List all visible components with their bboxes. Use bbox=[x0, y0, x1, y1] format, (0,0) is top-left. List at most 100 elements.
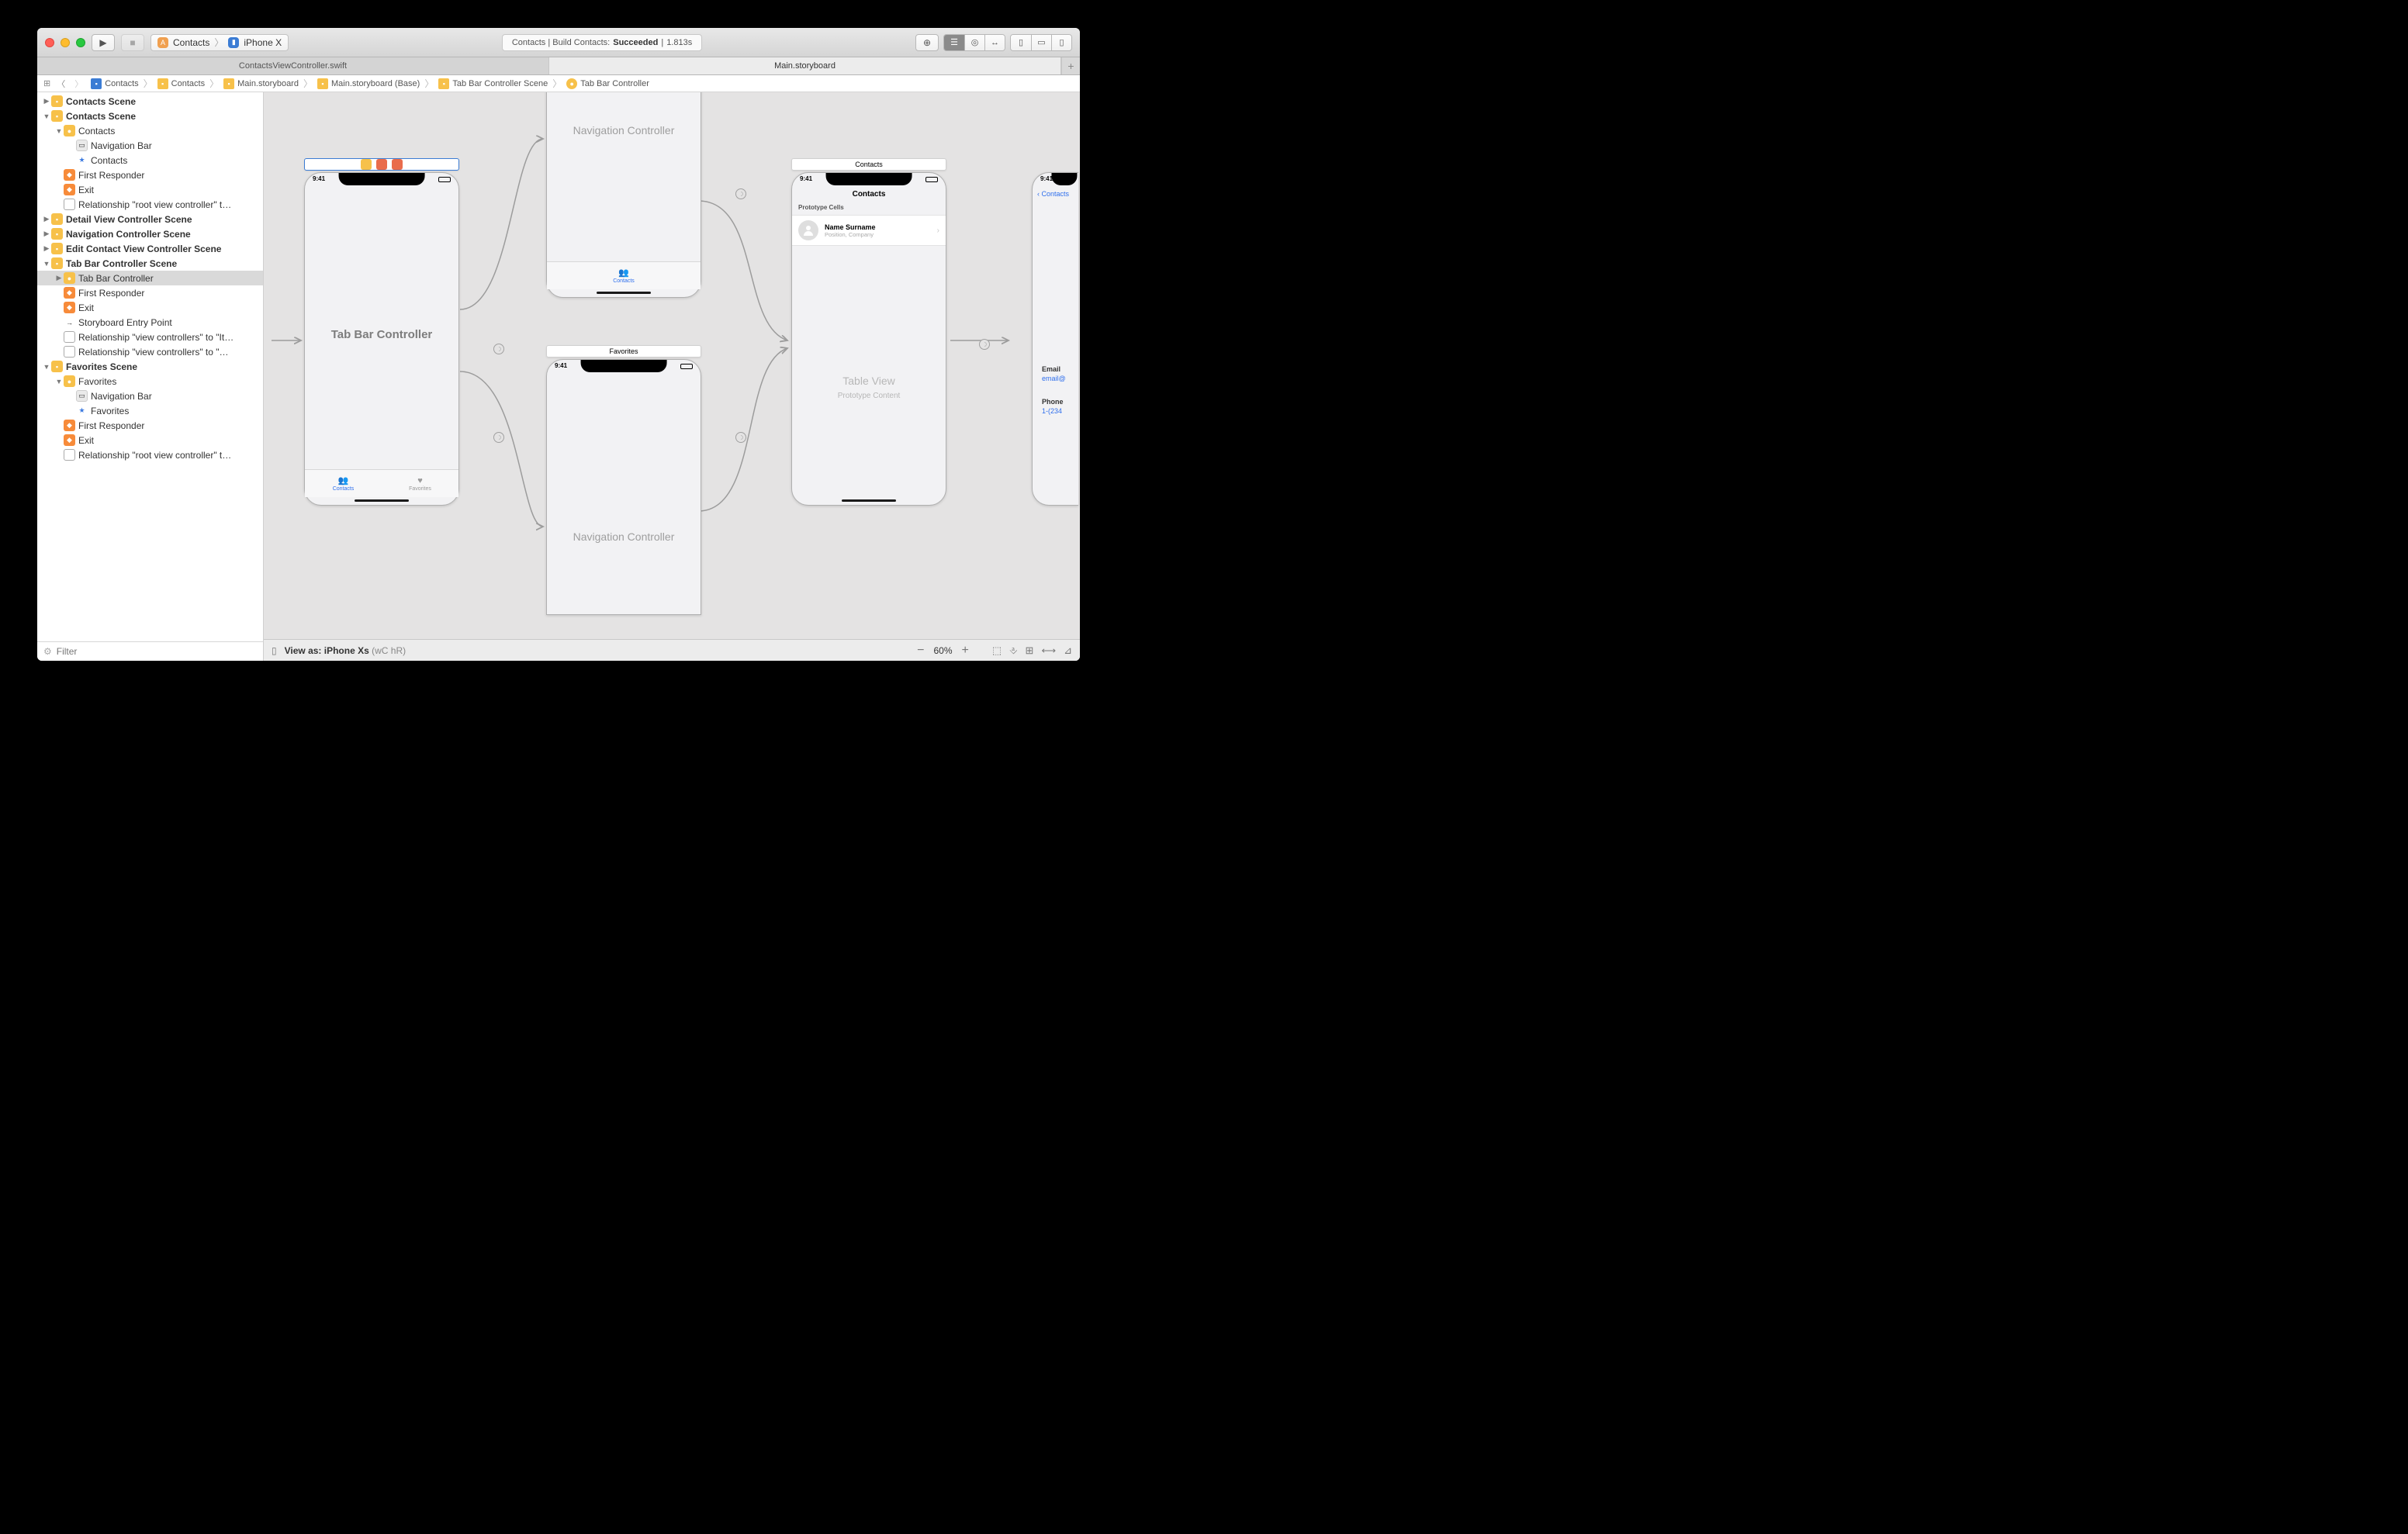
segue-node[interactable] bbox=[493, 432, 504, 443]
zoom-level: 60% bbox=[933, 645, 952, 656]
resolve-icon[interactable]: ⟷ bbox=[1041, 644, 1056, 657]
avatar-icon bbox=[798, 220, 818, 240]
first-responder-icon bbox=[376, 159, 387, 170]
crumb-file[interactable]: ▪Main.storyboard bbox=[222, 78, 300, 89]
scene-title-tab-bar[interactable] bbox=[304, 158, 459, 171]
jump-bar[interactable]: ⊞ 〈 〉 ▪Contacts〉 ▪Contacts〉 ▪Main.storyb… bbox=[37, 75, 1080, 92]
outline-row[interactable]: ◆First Responder bbox=[37, 285, 263, 300]
outline-row[interactable]: ▼▪Contacts Scene bbox=[37, 109, 263, 123]
scene-title-favorites[interactable]: Favorites bbox=[546, 345, 701, 358]
status-state: Succeeded bbox=[613, 38, 658, 47]
filter-icon[interactable]: ⚙ bbox=[43, 646, 52, 657]
outline-row[interactable]: Relationship "view controllers" to "It… bbox=[37, 330, 263, 344]
crumb-group[interactable]: ▪Contacts bbox=[156, 78, 206, 89]
version-editor-icon[interactable]: ↔ bbox=[984, 35, 1005, 50]
toolbar-right: ⊕ ☰ ◎ ↔ ▯ ▭ ▯ bbox=[915, 34, 1072, 51]
segue-node[interactable] bbox=[493, 344, 504, 354]
scheme-selector[interactable]: A Contacts 〉 ▮ iPhone X bbox=[150, 34, 289, 51]
outline-row[interactable]: ▼▪Tab Bar Controller Scene bbox=[37, 256, 263, 271]
outline-toggle-icon[interactable]: ▯ bbox=[272, 645, 277, 656]
zoom-out-button[interactable]: − bbox=[917, 644, 924, 658]
tab-bar-controller-scene[interactable]: 9:41 Tab Bar Controller 👥Contacts ♥Favor… bbox=[304, 172, 459, 506]
crumb-project[interactable]: ▪Contacts bbox=[89, 78, 140, 89]
outline-tree[interactable]: ▶▪Contacts Scene▼▪Contacts Scene▼●Contac… bbox=[37, 92, 263, 641]
back-button[interactable]: 〈 bbox=[54, 78, 68, 90]
editor-mode-segment[interactable]: ☰ ◎ ↔ bbox=[943, 34, 1005, 51]
crumb-controller[interactable]: ●Tab Bar Controller bbox=[565, 78, 651, 89]
standard-editor-icon[interactable]: ☰ bbox=[944, 35, 964, 50]
chevron-right-icon: › bbox=[937, 226, 939, 235]
filter-input[interactable] bbox=[57, 646, 257, 657]
run-button[interactable]: ▶ bbox=[92, 34, 115, 51]
outline-row[interactable]: ▭Navigation Bar bbox=[37, 138, 263, 153]
email-value: email@ bbox=[1042, 375, 1072, 382]
constraints-icon[interactable]: ⊿ bbox=[1064, 644, 1072, 657]
view-as-label[interactable]: View as: iPhone Xs (wC hR) bbox=[285, 645, 407, 656]
outline-row[interactable]: Relationship "root view controller" t… bbox=[37, 197, 263, 212]
nav-controller-1[interactable]: Navigation Controller 👥Contacts bbox=[546, 92, 701, 298]
tab-favorites[interactable]: ♥Favorites bbox=[382, 470, 458, 497]
outline-row[interactable]: ▶▪Detail View Controller Scene bbox=[37, 212, 263, 226]
contacts-scene[interactable]: 9:41 Contacts Prototype Cells Name Surna… bbox=[791, 172, 946, 506]
assistant-editor-icon[interactable]: ◎ bbox=[964, 35, 984, 50]
related-items-icon[interactable]: ⊞ bbox=[43, 78, 50, 88]
bottom-panel-icon[interactable]: ▭ bbox=[1031, 35, 1051, 50]
outline-row[interactable]: ◆First Responder bbox=[37, 418, 263, 433]
outline-row[interactable]: ▶●Tab Bar Controller bbox=[37, 271, 263, 285]
tab-contacts[interactable]: 👥Contacts bbox=[305, 470, 382, 497]
outline-row[interactable]: ▼▪Favorites Scene bbox=[37, 359, 263, 374]
segue-node[interactable] bbox=[735, 188, 746, 199]
segue-node[interactable] bbox=[735, 432, 746, 443]
outline-row[interactable]: ▶▪Edit Contact View Controller Scene bbox=[37, 241, 263, 256]
back-button[interactable]: ‹ Contacts bbox=[1037, 190, 1069, 198]
contacts-icon: 👥 bbox=[338, 475, 349, 485]
ghost-label: Tab Bar Controller bbox=[305, 328, 458, 341]
minimize-button[interactable] bbox=[61, 38, 70, 47]
tab-contacts[interactable]: 👥Contacts bbox=[547, 262, 701, 289]
new-tab-button[interactable]: + bbox=[1061, 57, 1080, 74]
outline-row[interactable]: ◆Exit bbox=[37, 433, 263, 447]
close-button[interactable] bbox=[45, 38, 54, 47]
outline-row[interactable]: ★Contacts bbox=[37, 153, 263, 168]
zoom-in-button[interactable]: + bbox=[962, 644, 969, 658]
stop-button[interactable]: ■ bbox=[121, 34, 144, 51]
phone-value: 1-(234 bbox=[1042, 407, 1072, 415]
outline-row[interactable]: ▭Navigation Bar bbox=[37, 389, 263, 403]
prototype-cell[interactable]: Name Surname Position, Company › bbox=[792, 215, 946, 246]
detail-scene[interactable]: 9:41 ‹ Contacts Email email@ Phone 1-(23… bbox=[1032, 172, 1078, 506]
outline-row[interactable]: ◆Exit bbox=[37, 300, 263, 315]
panel-toggle-segment[interactable]: ▯ ▭ ▯ bbox=[1010, 34, 1072, 51]
crumb-scene[interactable]: ▪Tab Bar Controller Scene bbox=[437, 78, 549, 89]
nav-controller-2[interactable]: 9:41 Navigation Controller bbox=[546, 359, 701, 615]
embed-in-icon[interactable]: ⬚ bbox=[992, 644, 1002, 657]
segue-node[interactable] bbox=[979, 339, 990, 350]
outline-row[interactable]: ◆First Responder bbox=[37, 168, 263, 182]
status-pill[interactable]: Contacts | Build Contacts: Succeeded | 1… bbox=[502, 34, 702, 51]
tab-swift-file[interactable]: ContactsViewController.swift bbox=[37, 57, 549, 74]
pin-icon[interactable]: ⊞ bbox=[1026, 644, 1034, 657]
outline-row[interactable]: ▼●Contacts bbox=[37, 123, 263, 138]
battery-icon bbox=[925, 177, 938, 182]
outline-row[interactable]: Relationship "view controllers" to "… bbox=[37, 344, 263, 359]
outline-row[interactable]: ◆Exit bbox=[37, 182, 263, 197]
scene-title-contacts[interactable]: Contacts bbox=[791, 158, 946, 171]
crumb-base[interactable]: ▪Main.storyboard (Base) bbox=[316, 78, 421, 89]
storyboard-canvas[interactable]: 9:41 Tab Bar Controller 👥Contacts ♥Favor… bbox=[264, 92, 1080, 639]
outline-row[interactable]: ★Favorites bbox=[37, 403, 263, 418]
canvas-bottom-bar: ▯ View as: iPhone Xs (wC hR) − 60% + ⬚ ⎀… bbox=[264, 639, 1080, 661]
activity-view: Contacts | Build Contacts: Succeeded | 1… bbox=[295, 34, 909, 51]
outline-row[interactable]: →Storyboard Entry Point bbox=[37, 315, 263, 330]
align-icon[interactable]: ⎀ bbox=[1009, 644, 1017, 657]
forward-button[interactable]: 〉 bbox=[71, 78, 86, 90]
tab-storyboard[interactable]: Main.storyboard bbox=[549, 57, 1061, 74]
outline-row[interactable]: ▼●Favorites bbox=[37, 374, 263, 389]
outline-row[interactable]: ▶▪Contacts Scene bbox=[37, 94, 263, 109]
zoom-button[interactable] bbox=[76, 38, 85, 47]
left-panel-icon[interactable]: ▯ bbox=[1011, 35, 1031, 50]
outline-row[interactable]: ▶▪Navigation Controller Scene bbox=[37, 226, 263, 241]
status-time: 9:41 bbox=[800, 175, 812, 182]
library-button[interactable]: ⊕ bbox=[915, 34, 939, 51]
status-time: 9:41 bbox=[555, 362, 567, 369]
right-panel-icon[interactable]: ▯ bbox=[1051, 35, 1071, 50]
outline-row[interactable]: Relationship "root view controller" t… bbox=[37, 447, 263, 462]
